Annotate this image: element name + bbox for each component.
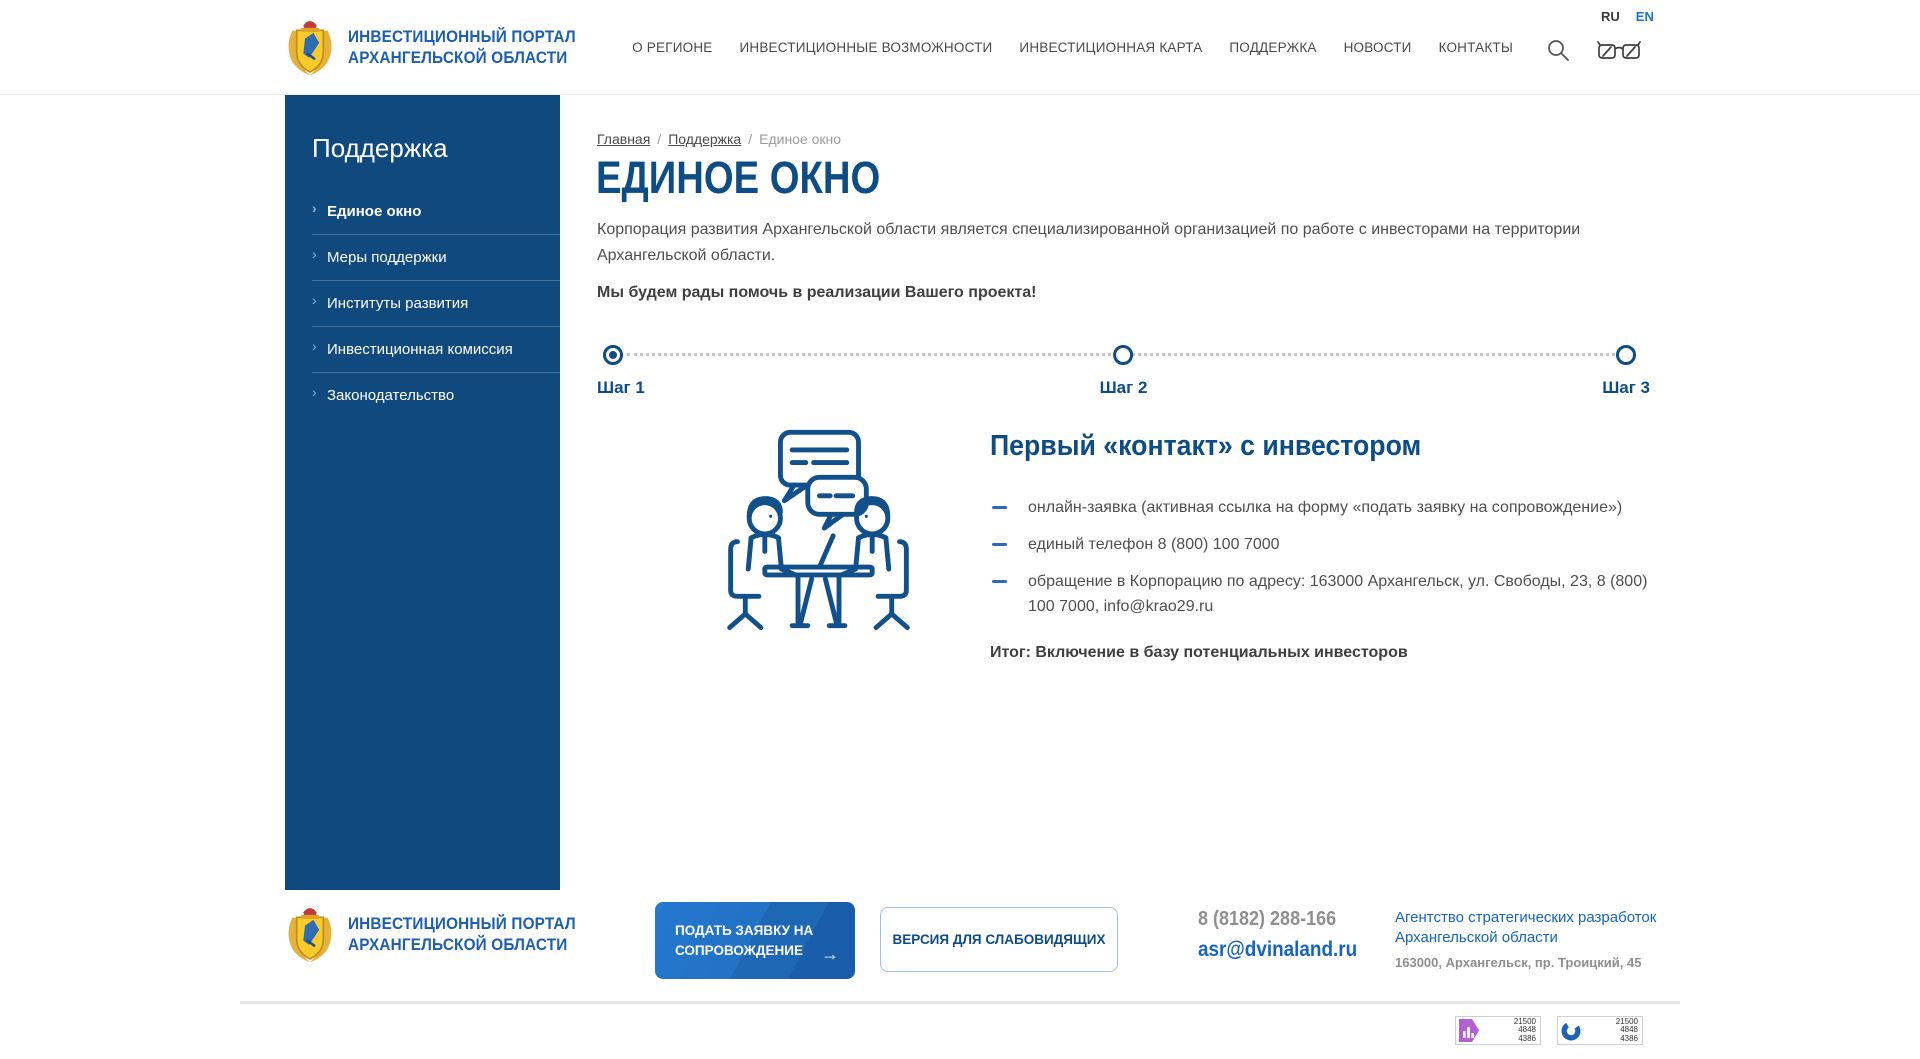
- lang-en[interactable]: EN: [1636, 9, 1654, 24]
- step-3[interactable]: Шаг 3: [1602, 345, 1650, 398]
- letter-c-icon: [1561, 1021, 1581, 1041]
- sidebar-item-legislation[interactable]: Законодательство: [312, 373, 560, 418]
- bullet-item: обращение в Корпорацию по адресу: 163000…: [990, 569, 1662, 619]
- sidebar-item-support-measures[interactable]: Меры поддержки: [312, 235, 560, 281]
- sidebar-item-label: Меры поддержки: [327, 249, 447, 266]
- agency-name-line2: Архангельской области: [1395, 928, 1656, 948]
- main-nav: О РЕГИОНЕ ИНВЕСТИЦИОННЫЕ ВОЗМОЖНОСТИ ИНВ…: [632, 0, 1513, 95]
- sidebar-menu: Единое окно Меры поддержки Институты раз…: [285, 189, 560, 418]
- dash-icon: [992, 506, 1007, 509]
- chevron-right-icon: [312, 200, 317, 216]
- nav-item-opportunities[interactable]: ИНВЕСТИЦИОННЫЕ ВОЗМОЖНОСТИ: [739, 40, 992, 55]
- nav-item-support[interactable]: ПОДДЕРЖКА: [1229, 40, 1316, 55]
- step-3-label: Шаг 3: [1602, 378, 1650, 398]
- step-2[interactable]: Шаг 2: [1100, 345, 1148, 398]
- counter-values: 21500 4848 4386: [1514, 1018, 1536, 1044]
- site-title: ИНВЕСТИЦИОННЫЙ ПОРТАЛ АРХАНГЕЛЬСКОЙ ОБЛА…: [348, 26, 576, 68]
- bullet-text: онлайн-заявка (активная ссылка на форму …: [1028, 499, 1622, 516]
- sidebar-item-single-window[interactable]: Единое окно: [312, 189, 560, 235]
- bar-chart-icon: [1459, 1019, 1479, 1042]
- agency-name: Агентство стратегических разработок Арха…: [1395, 908, 1656, 948]
- visually-impaired-version-button[interactable]: ВЕРСИЯ ДЛЯ СЛАБОВИДЯЩИХ: [880, 907, 1118, 972]
- bullet-list: онлайн-заявка (активная ссылка на форму …: [990, 495, 1662, 619]
- counter-badge-sputnik[interactable]: 21500 4848 4386: [1557, 1016, 1643, 1045]
- site-title-line2: АРХАНГЕЛЬСКОЙ ОБЛАСТИ: [348, 47, 576, 68]
- footer-site-title-line2: АРХАНГЕЛЬСКОЙ ОБЛАСТИ: [348, 934, 576, 955]
- apply-button-line1: ПОДАТЬ ЗАЯВКУ НА: [675, 921, 839, 941]
- sidebar-item-label: Законодательство: [327, 387, 454, 404]
- agency-address: 163000, Архангельск, пр. Троицкий, 45: [1395, 955, 1641, 970]
- nav-item-map[interactable]: ИНВЕСТИЦИОННАЯ КАРТА: [1019, 40, 1202, 55]
- sidebar-item-development-institutes[interactable]: Институты развития: [312, 281, 560, 327]
- sidebar-item-label: Единое окно: [327, 203, 421, 220]
- coat-of-arms-icon: [285, 16, 335, 78]
- intro-paragraph: Корпорация развития Архангельской област…: [597, 217, 1587, 269]
- breadcrumb-support[interactable]: Поддержка: [668, 131, 741, 147]
- counter-values: 21500 4848 4386: [1616, 1018, 1638, 1044]
- chevron-right-icon: [312, 384, 317, 400]
- counter-value: 4386: [1616, 1035, 1638, 1044]
- apply-button-line2: СОПРОВОЖДЕНИЕ: [675, 941, 839, 961]
- step-1[interactable]: Шаг 1: [597, 345, 645, 398]
- site-title-line1: ИНВЕСТИЦИОННЫЙ ПОРТАЛ: [348, 26, 576, 47]
- nav-item-region[interactable]: О РЕГИОНЕ: [632, 40, 712, 55]
- sidebar-support: Поддержка Единое окно Меры поддержки Инс…: [285, 95, 560, 890]
- counter-badge-metrika[interactable]: 21500 4848 4386: [1455, 1016, 1541, 1045]
- arrow-right-icon: [821, 945, 839, 963]
- breadcrumb-home[interactable]: Главная: [597, 131, 650, 147]
- visit-counters: 21500 4848 4386 21500 4848 4386: [1455, 1016, 1643, 1045]
- access-button-label: ВЕРСИЯ ДЛЯ СЛАБОВИДЯЩИХ: [893, 932, 1106, 947]
- chevron-right-icon: [312, 292, 317, 308]
- step-1-label: Шаг 1: [597, 378, 645, 398]
- bullet-text: единый телефон 8 (800) 100 7000: [1028, 536, 1280, 553]
- step-2-dot: [1113, 345, 1133, 365]
- apply-support-button[interactable]: ПОДАТЬ ЗАЯВКУ НА СОПРОВОЖДЕНИЕ: [655, 902, 855, 979]
- site-logo[interactable]: ИНВЕСТИЦИОННЫЙ ПОРТАЛ АРХАНГЕЛЬСКОЙ ОБЛА…: [285, 16, 601, 78]
- header: ИНВЕСТИЦИОННЫЙ ПОРТАЛ АРХАНГЕЛЬСКОЙ ОБЛА…: [0, 0, 1920, 95]
- page: ИНВЕСТИЦИОННЫЙ ПОРТАЛ АРХАНГЕЛЬСКОЙ ОБЛА…: [0, 0, 1920, 1059]
- step-3-dot: [1616, 345, 1636, 365]
- steps-timeline: Шаг 1 Шаг 2 Шаг 3: [597, 345, 1650, 407]
- page-title: ЕДИНОЕ ОКНО: [596, 152, 880, 204]
- chevron-right-icon: [312, 338, 317, 354]
- coat-of-arms-icon: [285, 903, 335, 965]
- footer-site-title: ИНВЕСТИЦИОННЫЙ ПОРТАЛ АРХАНГЕЛЬСКОЙ ОБЛА…: [348, 913, 576, 955]
- breadcrumb-current: Единое окно: [759, 131, 841, 147]
- breadcrumb-separator: [657, 131, 661, 147]
- result-text: Итог: Включение в базу потенциальных инв…: [990, 644, 1662, 662]
- nav-item-news[interactable]: НОВОСТИ: [1344, 40, 1412, 55]
- sidebar-item-label: Инвестиционная комиссия: [327, 341, 513, 358]
- accessibility-glasses-icon[interactable]: [1596, 40, 1642, 68]
- footer-logo[interactable]: ИНВЕСТИЦИОННЫЙ ПОРТАЛ АРХАНГЕЛЬСКОЙ ОБЛА…: [285, 903, 601, 965]
- dash-icon: [992, 580, 1007, 583]
- bullet-item: единый телефон 8 (800) 100 7000: [990, 532, 1662, 557]
- lang-ru[interactable]: RU: [1601, 9, 1620, 24]
- footer-divider: [240, 1001, 1680, 1004]
- footer-phone: 8 (8182) 288-166: [1198, 908, 1336, 931]
- counter-value: 4386: [1514, 1035, 1536, 1044]
- breadcrumb: Главная Поддержка Единое окно: [597, 131, 841, 147]
- sidebar-item-label: Институты развития: [327, 295, 468, 312]
- chevron-right-icon: [312, 246, 317, 262]
- sidebar-title: Поддержка: [312, 133, 560, 164]
- footer-email[interactable]: asr@dvinaland.ru: [1198, 938, 1357, 962]
- nav-item-contacts[interactable]: КОНТАКТЫ: [1439, 40, 1513, 55]
- footer-site-title-line1: ИНВЕСТИЦИОННЫЙ ПОРТАЛ: [348, 913, 576, 934]
- section-heading: Первый «контакт» с инвестором: [990, 430, 1608, 463]
- agency-name-line1: Агентство стратегических разработок: [1395, 908, 1656, 928]
- bullet-text: обращение в Корпорацию по адресу: 163000…: [1028, 573, 1647, 615]
- sidebar-item-investment-commission[interactable]: Инвестиционная комиссия: [312, 327, 560, 373]
- breadcrumb-separator: [748, 131, 752, 147]
- step-2-label: Шаг 2: [1100, 378, 1148, 398]
- language-switcher: RU EN: [1601, 9, 1654, 24]
- step-1-dot: [603, 345, 623, 365]
- step-content: Первый «контакт» с инвестором онлайн-зая…: [990, 430, 1662, 678]
- meeting-illustration: [716, 424, 921, 634]
- bullet-item: онлайн-заявка (активная ссылка на форму …: [990, 495, 1662, 520]
- dash-icon: [992, 543, 1007, 546]
- search-icon[interactable]: [1546, 38, 1570, 67]
- intro-bold-paragraph: Мы будем рады помочь в реализации Вашего…: [597, 284, 1036, 302]
